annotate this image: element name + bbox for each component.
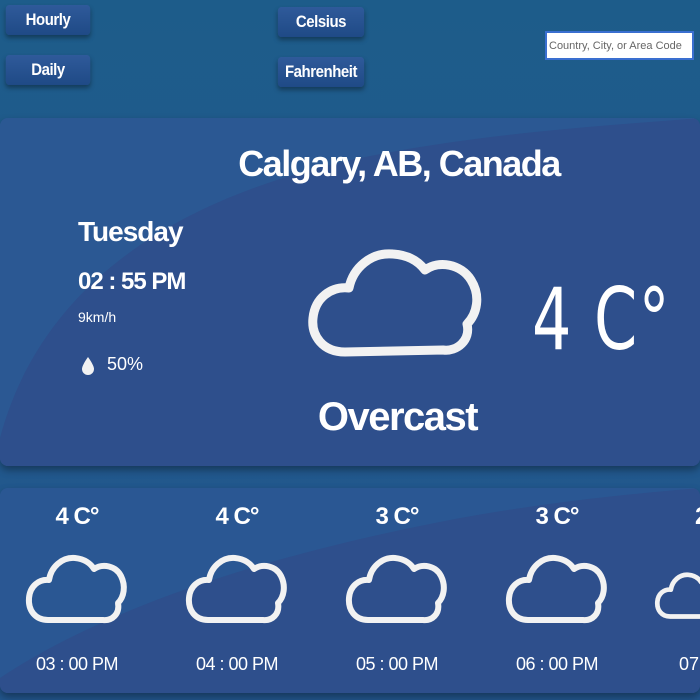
hourly-item: 3 C° 05 : 00 PM bbox=[320, 488, 480, 693]
humidity-value: 50% bbox=[107, 354, 144, 374]
hourly-item: 4 C° 03 : 00 PM bbox=[0, 488, 160, 693]
hourly-time: 03 : 00 PM bbox=[35, 654, 119, 674]
cloud-icon bbox=[185, 554, 287, 624]
water-drop-icon bbox=[82, 357, 94, 375]
cloud-icon bbox=[345, 554, 447, 624]
condition-label: Overcast bbox=[317, 395, 479, 439]
location-title: Calgary, AB, Canada bbox=[238, 143, 561, 184]
fahrenheit-button[interactable]: Fahrenheit bbox=[277, 57, 365, 87]
hourly-time: 04 : 00 PM bbox=[195, 654, 279, 674]
hourly-temperature: 3 C° bbox=[535, 503, 580, 530]
hourly-time: 05 : 00 PM bbox=[355, 654, 439, 674]
hourly-item: 3 C° 06 : 00 PM bbox=[480, 488, 640, 693]
hourly-temperature: 4 C° bbox=[55, 503, 100, 530]
cloud-icon bbox=[25, 554, 127, 624]
cloud-icon bbox=[655, 572, 700, 619]
current-temperature: 4 C° bbox=[532, 270, 672, 370]
day-label: Tuesday bbox=[78, 216, 184, 247]
daily-button[interactable]: Daily bbox=[5, 55, 91, 85]
hourly-time: 06 : 00 PM bbox=[515, 654, 599, 674]
hourly-temperature: 3 C° bbox=[375, 503, 420, 530]
wind-speed: 9km/h bbox=[78, 309, 117, 325]
hourly-temperature: 4 C° bbox=[215, 503, 260, 530]
hourly-item: 2 07 bbox=[640, 488, 700, 693]
celsius-button[interactable]: Celsius bbox=[277, 7, 365, 37]
location-search-input[interactable] bbox=[545, 31, 694, 60]
hourly-item: 4 C° 04 : 00 PM bbox=[160, 488, 320, 693]
time-label: 02 : 55 PM bbox=[78, 268, 186, 295]
cloud-icon bbox=[505, 554, 607, 624]
hourly-time: 07 bbox=[679, 654, 700, 674]
cloud-icon bbox=[308, 249, 482, 357]
hourly-temperature: 2 bbox=[695, 503, 700, 531]
hourly-button[interactable]: Hourly bbox=[5, 5, 91, 35]
